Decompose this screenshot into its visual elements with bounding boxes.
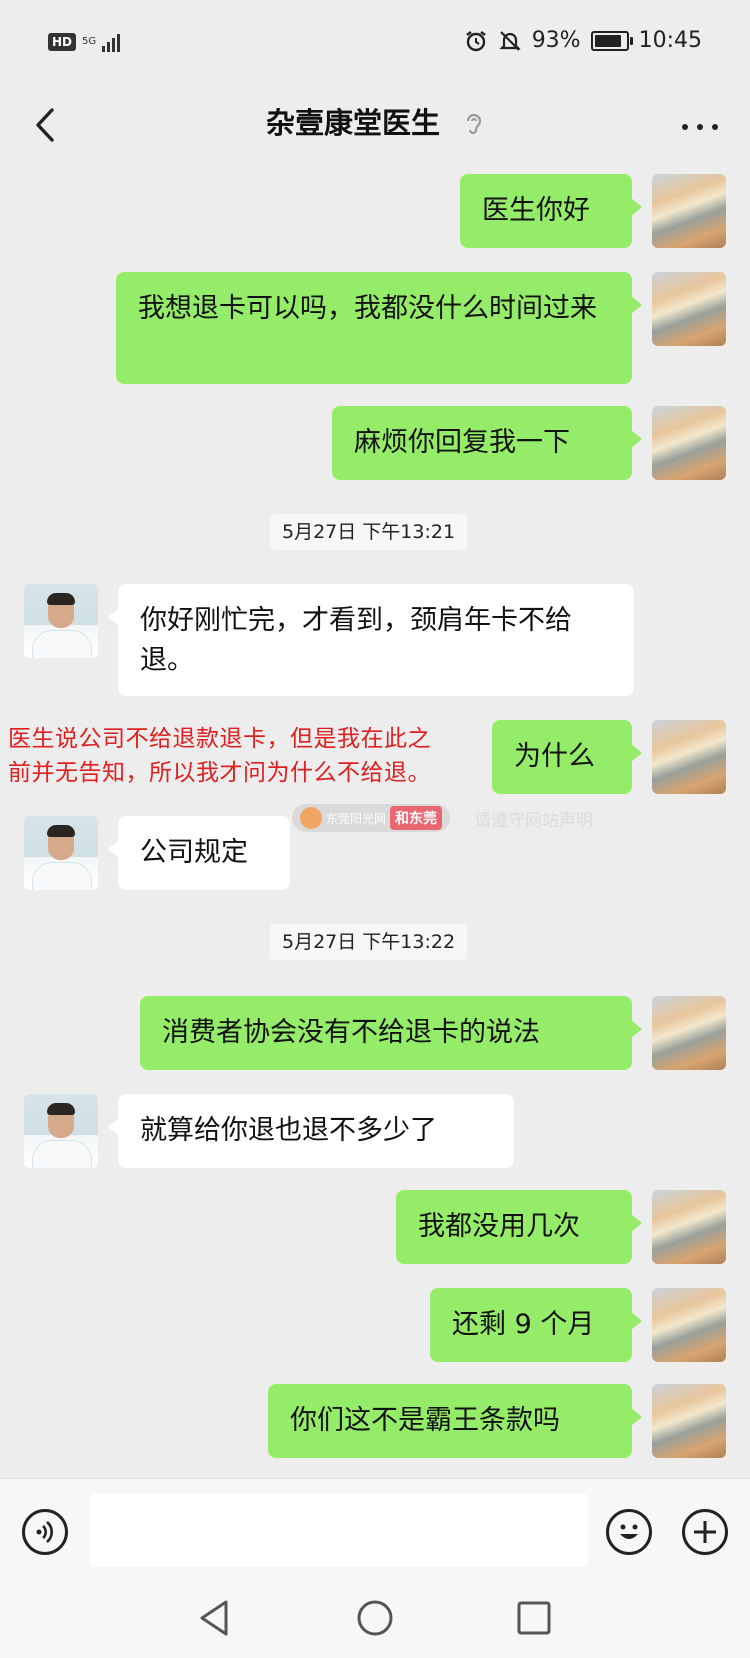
nav-home-icon[interactable]: [355, 1598, 395, 1638]
watermark: 东莞阳光网 和东莞 请遵守网站声明: [292, 804, 593, 832]
message-bubble[interactable]: 麻烦你回复我一下: [332, 406, 642, 480]
timestamp: 5月27日 下午13:21: [270, 514, 468, 550]
more-icon[interactable]: [680, 112, 720, 142]
ear-icon: [466, 113, 482, 135]
alarm-icon: [465, 30, 486, 51]
chat-title-wrap: 杂壹康堂医生: [0, 100, 750, 142]
message-bubble[interactable]: 为什么: [492, 720, 642, 794]
battery-icon: [590, 30, 633, 51]
doctor-avatar[interactable]: [24, 1094, 98, 1168]
message-bubble[interactable]: 医生你好: [460, 174, 642, 248]
watermark-brand: 和东莞: [390, 806, 443, 830]
annotation-line-1: 医生说公司不给退款退卡，但是我在此之: [8, 726, 431, 752]
my-avatar[interactable]: [652, 406, 726, 480]
my-avatar[interactable]: [652, 996, 726, 1070]
battery-percent: 93%: [531, 28, 581, 53]
input-bar: [0, 1478, 750, 1579]
my-avatar[interactable]: [652, 720, 726, 794]
mute-bell-icon: [499, 30, 521, 51]
message-input[interactable]: [90, 1493, 588, 1567]
annotation-line-2: 前并无告知，所以我才问为什么不给退。: [8, 760, 431, 786]
watermark-site: 东莞阳光网: [326, 811, 387, 826]
my-avatar[interactable]: [652, 272, 726, 346]
timestamp: 5月27日 下午13:22: [270, 924, 468, 960]
doctor-avatar[interactable]: [24, 584, 98, 658]
red-annotation: 医生说公司不给退款退卡，但是我在此之 前并无告知，所以我才问为什么不给退。: [8, 722, 508, 790]
nav-recent-icon[interactable]: [516, 1600, 552, 1636]
my-avatar[interactable]: [652, 1384, 726, 1458]
system-nav-bar: [0, 1578, 750, 1658]
emoji-icon[interactable]: [606, 1509, 652, 1555]
hd-badge: HD: [48, 33, 77, 51]
my-avatar[interactable]: [652, 174, 726, 248]
message-bubble[interactable]: 你好刚忙完，才看到，颈肩年卡不给退。: [108, 584, 634, 696]
status-right: 93% 10:45: [464, 28, 702, 53]
message-bubble[interactable]: 消费者协会没有不给退卡的说法: [140, 996, 642, 1070]
my-avatar[interactable]: [652, 1288, 726, 1362]
my-avatar[interactable]: [652, 1190, 726, 1264]
message-bubble[interactable]: 我想退卡可以吗，我都没什么时间过来: [116, 272, 642, 384]
network-type: 5G: [82, 36, 97, 47]
signal-icon: [102, 32, 121, 52]
watermark-pill: 东莞阳光网 和东莞: [292, 804, 451, 832]
status-left: HD 5G: [48, 32, 121, 52]
watermark-logo-icon: [300, 807, 322, 829]
chat-title: 杂壹康堂医生: [265, 106, 440, 140]
nav-back-icon[interactable]: [196, 1598, 232, 1638]
voice-icon[interactable]: [22, 1509, 68, 1555]
message-bubble[interactable]: 你们这不是霸王条款吗: [268, 1384, 642, 1458]
chat-header: 杂壹康堂医生: [0, 92, 750, 160]
watermark-tail: 请遵守网站声明: [474, 810, 594, 831]
status-bar: HD 5G 93% 10:45: [0, 0, 750, 92]
clock: 10:45: [638, 28, 702, 53]
message-bubble[interactable]: 还剩 9 个月: [430, 1288, 642, 1362]
message-bubble[interactable]: 我都没用几次: [396, 1190, 642, 1264]
plus-icon[interactable]: [682, 1509, 728, 1555]
message-bubble[interactable]: 公司规定: [108, 816, 290, 890]
doctor-avatar[interactable]: [24, 816, 98, 890]
message-bubble[interactable]: 就算给你退也退不多少了: [108, 1094, 514, 1168]
